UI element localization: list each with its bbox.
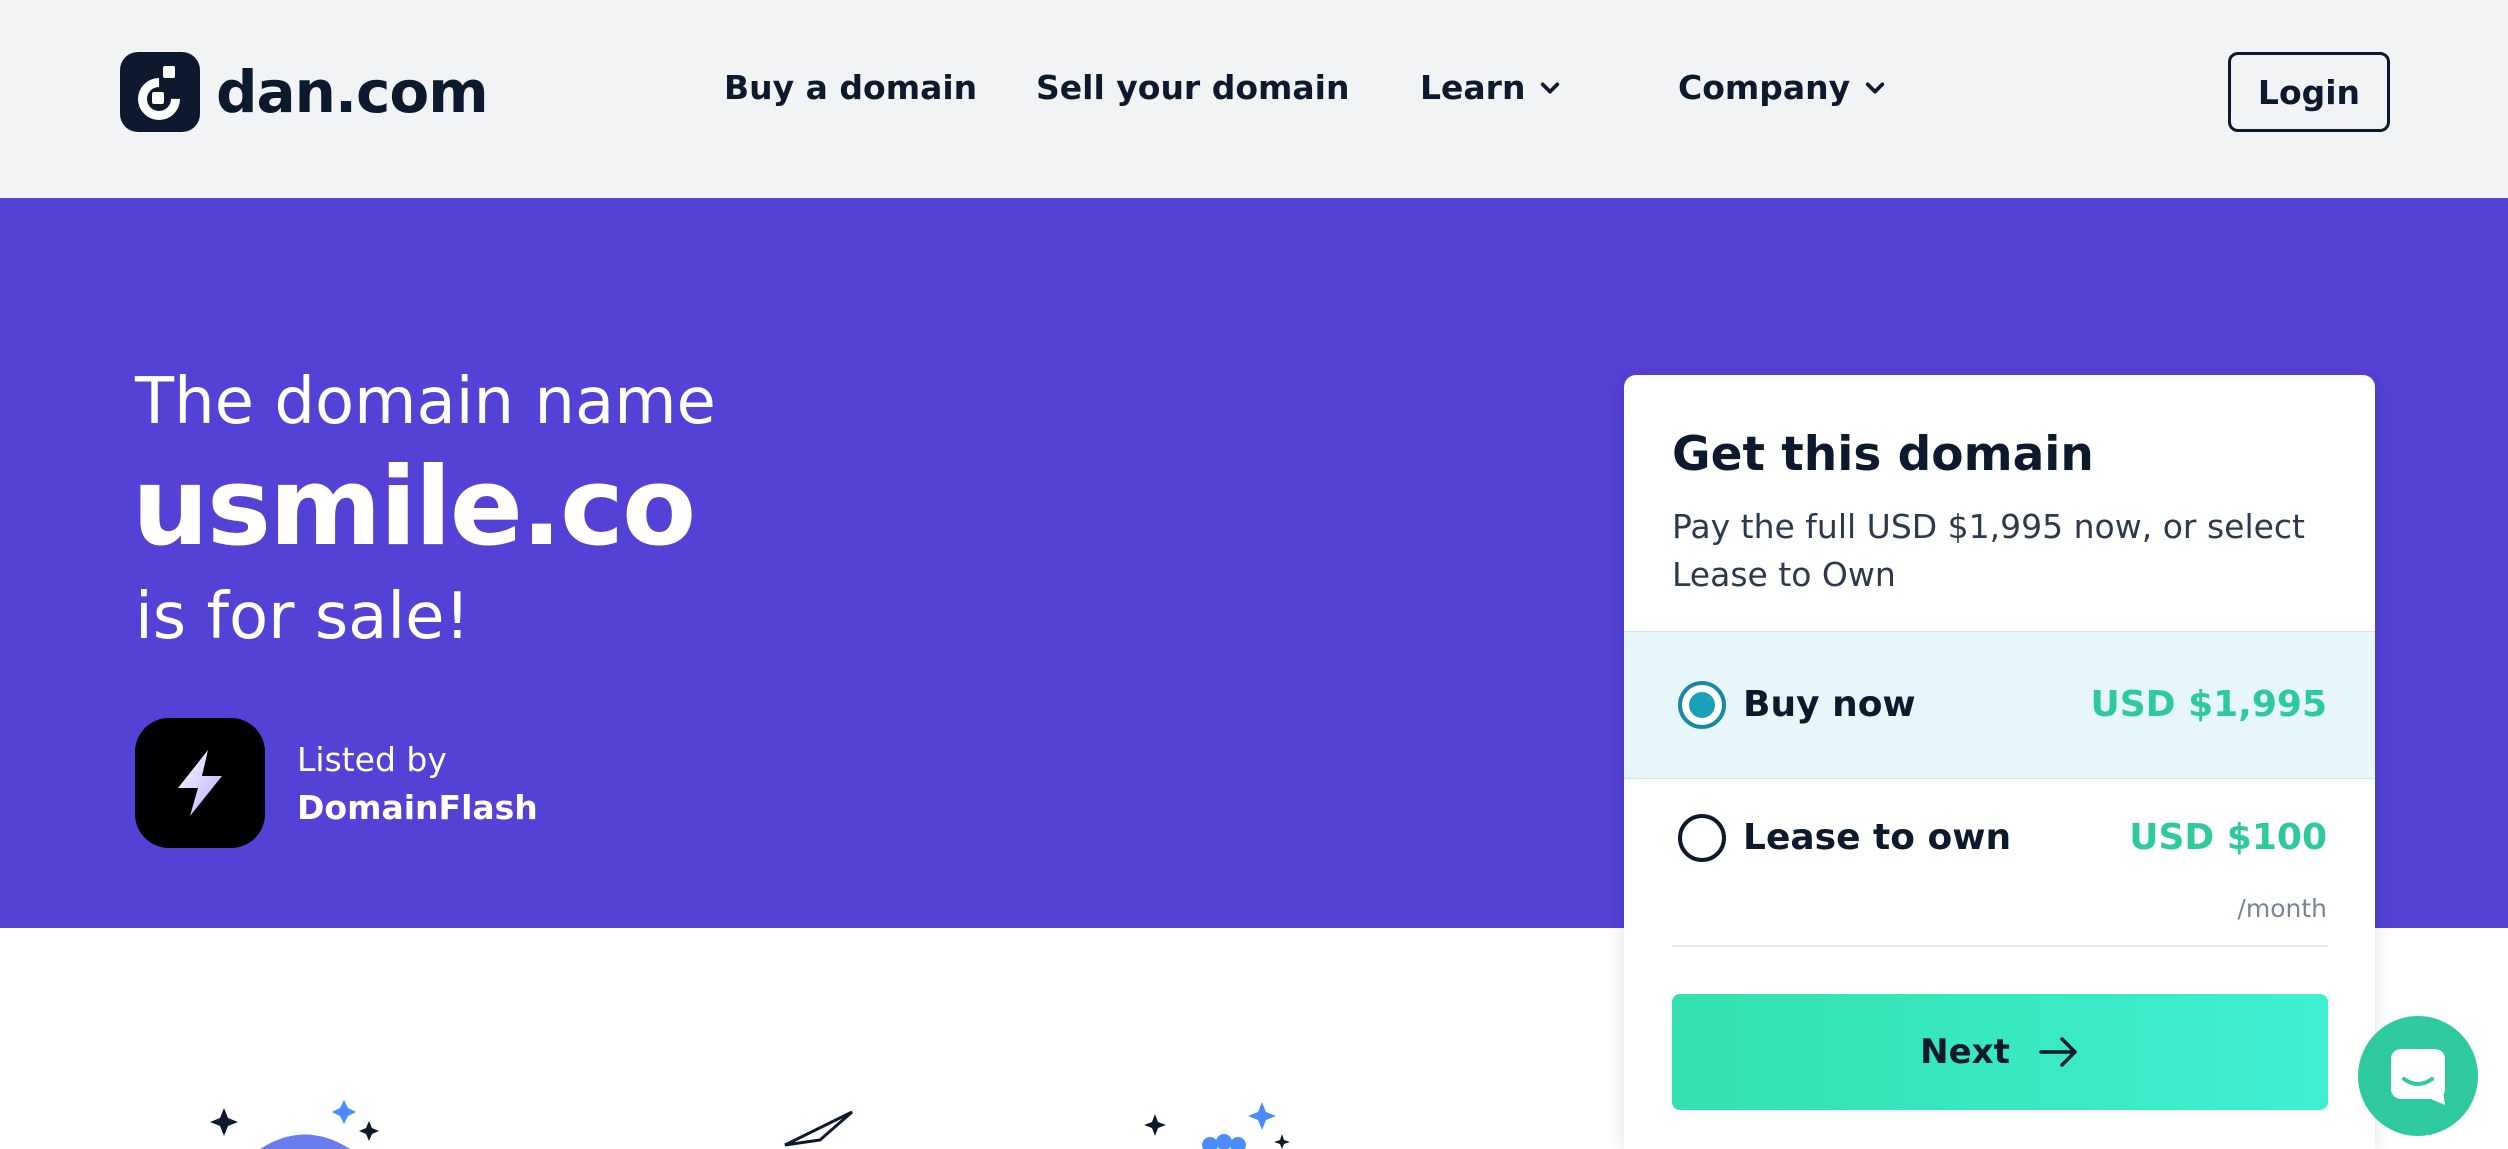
shield-illustration-icon (210, 1100, 379, 1149)
hero-for-sale-text: is for sale! (135, 580, 471, 654)
lease-price: USD $100 (2129, 817, 2327, 858)
dan-logo[interactable]: dan.com (120, 52, 489, 132)
lease-label: Lease to own (1743, 817, 2012, 858)
logo-text: dan.com (216, 58, 489, 126)
nav-sell-label: Sell your domain (1036, 68, 1350, 107)
lease-period: /month (2237, 894, 2327, 923)
nav-learn[interactable]: Learn (1420, 68, 1561, 107)
nav-buy-label: Buy a domain (724, 68, 978, 107)
lightning-bolt-icon (178, 750, 222, 816)
next-button[interactable]: Next (1672, 994, 2328, 1110)
nav-company-label: Company (1678, 68, 1851, 107)
dan-logo-icon (120, 52, 200, 132)
card-title: Get this domain (1672, 427, 2094, 482)
arrow-right-icon (2039, 1037, 2077, 1067)
nav-company[interactable]: Company (1678, 68, 1886, 107)
chevron-down-icon (1541, 82, 1560, 93)
paper-plane-illustration-icon (784, 1110, 853, 1147)
nav-sell-your-domain[interactable]: Sell your domain (1036, 68, 1349, 107)
listed-by-label: Listed by (297, 740, 447, 779)
chat-icon (2391, 1049, 2445, 1105)
login-button[interactable]: Login (2228, 52, 2390, 132)
lease-radio[interactable] (1678, 814, 1726, 862)
card-subtitle: Pay the full USD $1,995 now, or select L… (1672, 507, 2305, 594)
chevron-down-icon (1866, 82, 1885, 93)
seller-avatar[interactable] (135, 718, 265, 848)
hero-intro-text: The domain name (135, 365, 716, 439)
seller-name-link[interactable]: DomainFlash (297, 788, 538, 827)
site-header: dan.com Buy a domain Sell your domain Le… (0, 0, 2508, 198)
buy-now-radio[interactable] (1678, 681, 1726, 729)
option-buy-now[interactable]: Buy now USD $1,995 (1624, 631, 2375, 779)
purchase-card: Get this domain Pay the full USD $1,995 … (1624, 375, 2375, 1149)
nav-buy-a-domain[interactable]: Buy a domain (724, 68, 977, 107)
buy-now-price: USD $1,995 (2090, 684, 2328, 725)
option-lease-to-own[interactable]: Lease to own USD $100 /month (1624, 779, 2375, 945)
buy-now-label: Buy now (1743, 684, 1916, 725)
nav-learn-label: Learn (1420, 68, 1526, 107)
divider (1672, 945, 2328, 947)
domain-name-heading: usmile.co (132, 445, 696, 570)
next-label: Next (1920, 1032, 2010, 1072)
chat-widget-button[interactable] (2358, 1016, 2478, 1136)
flower-illustration-icon (1144, 1102, 1290, 1149)
